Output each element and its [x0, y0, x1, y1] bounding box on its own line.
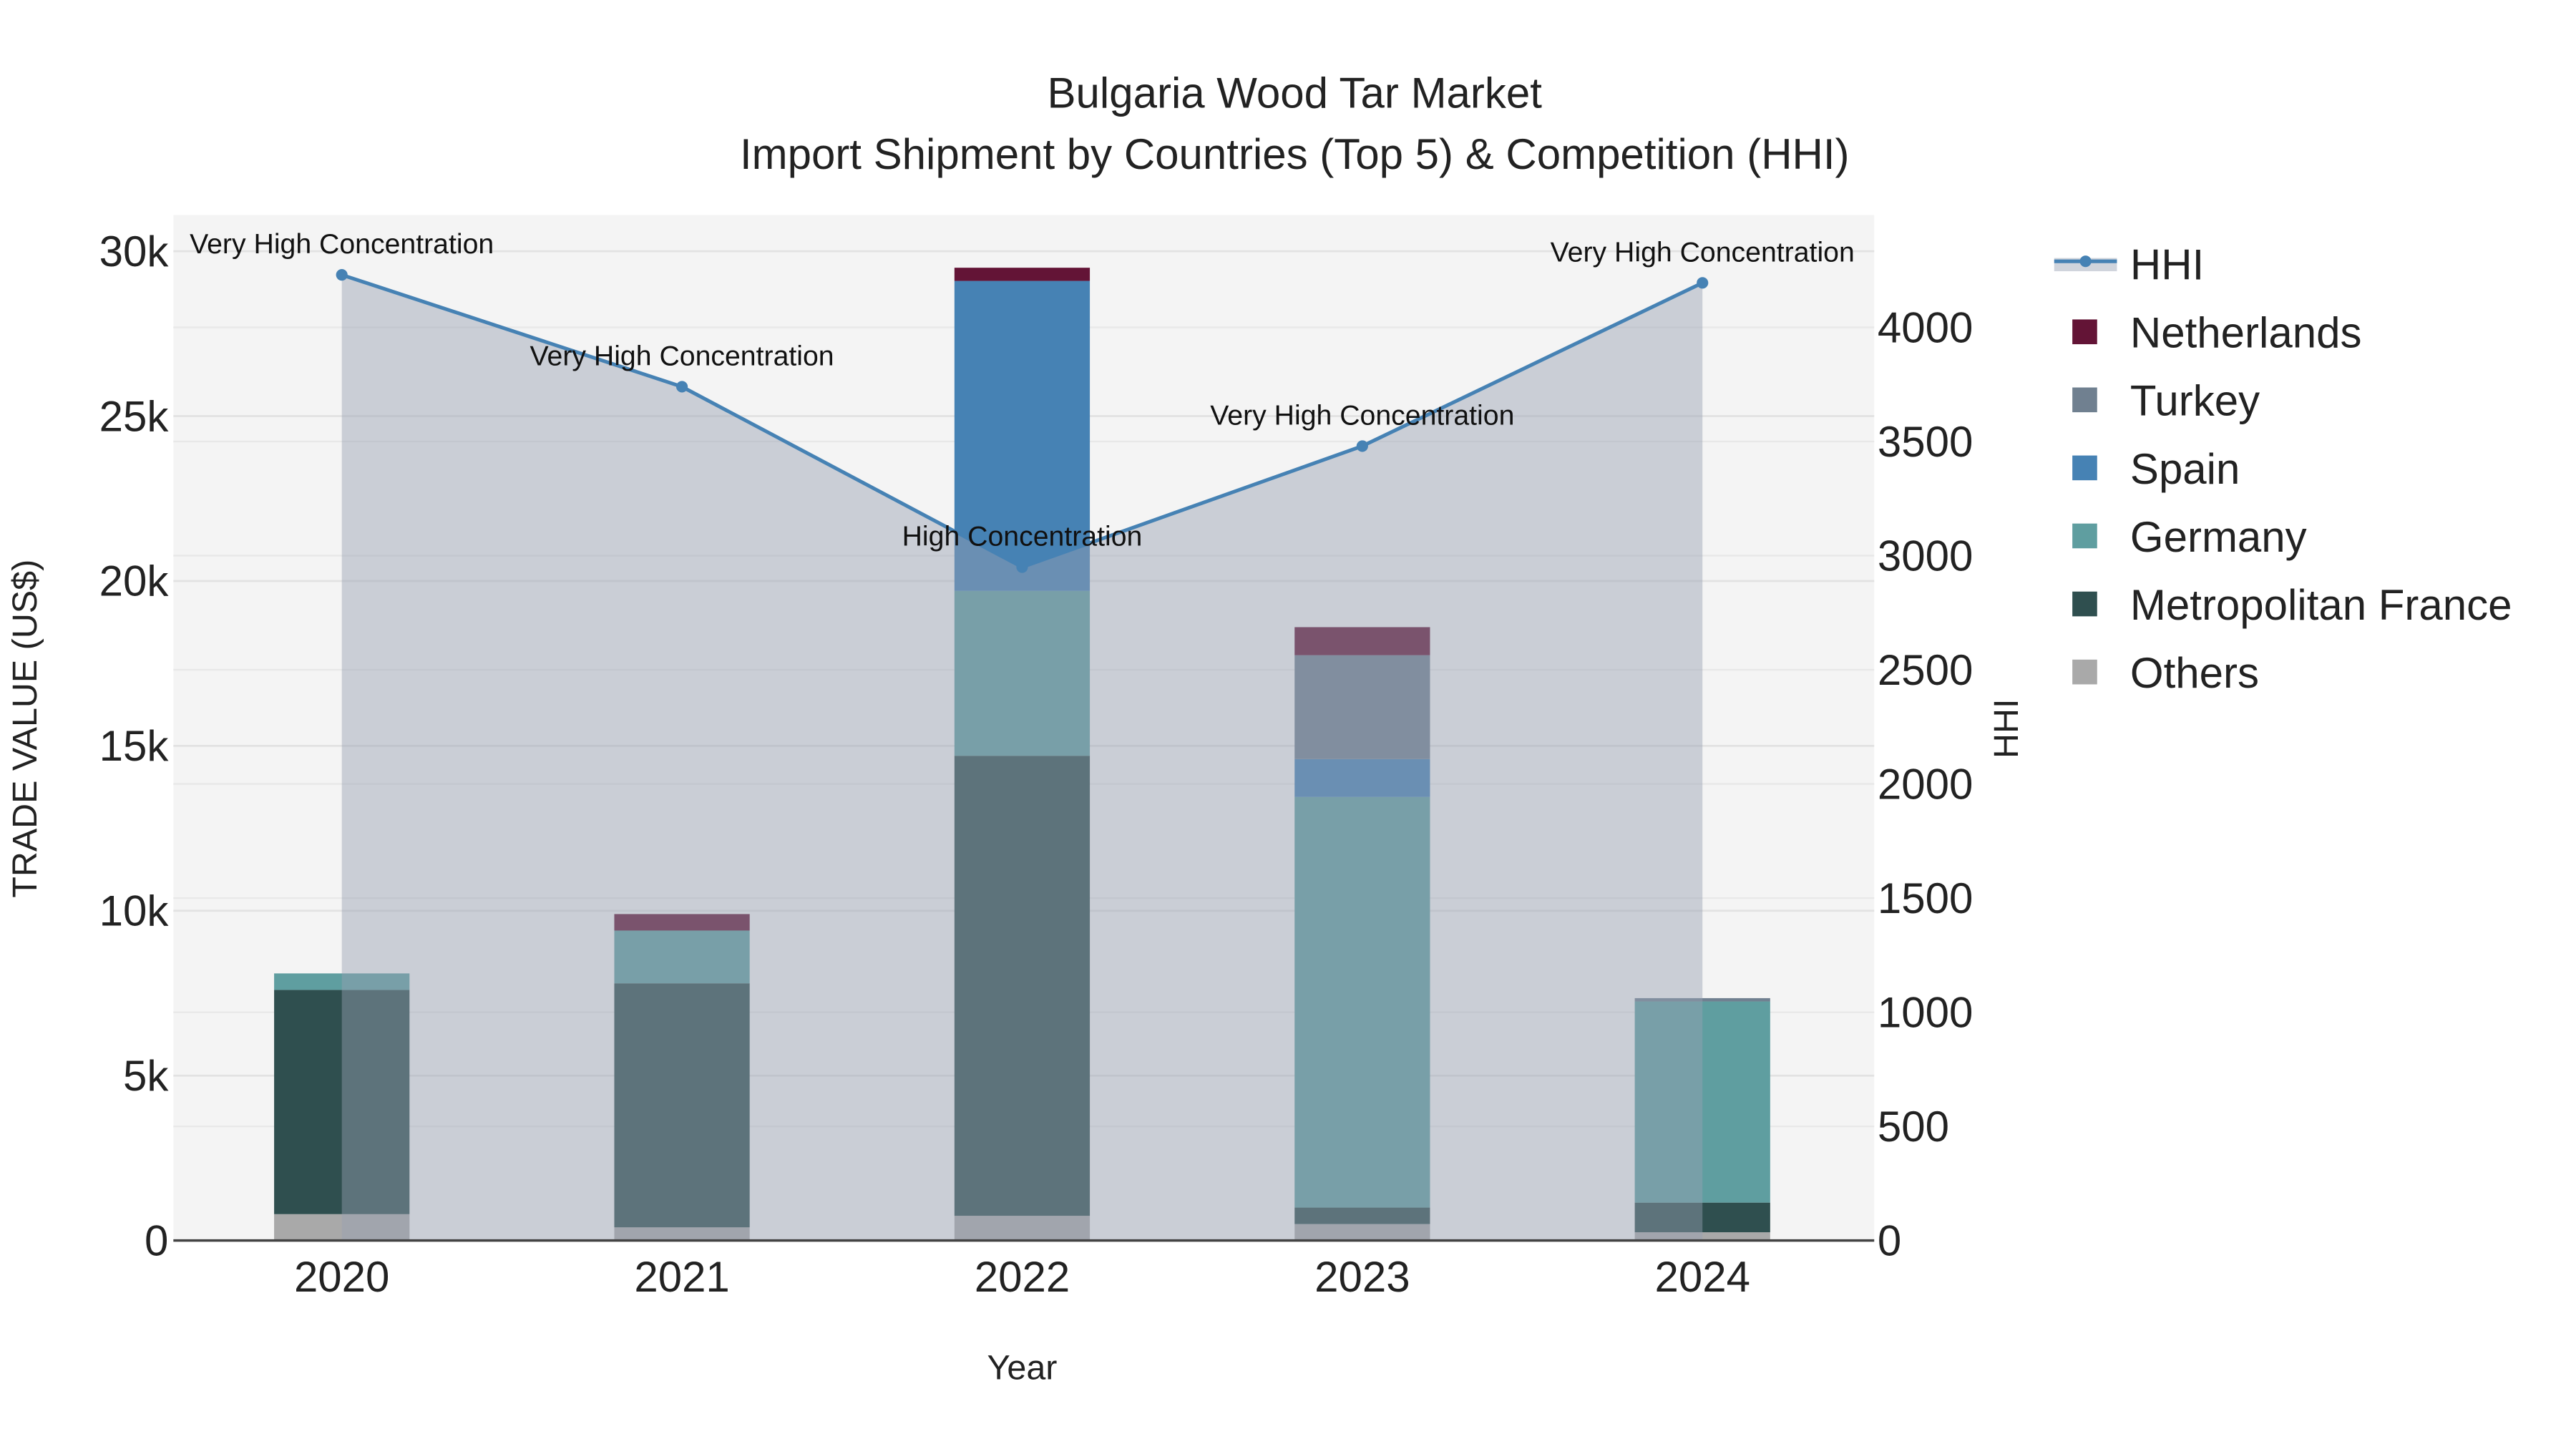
y-tick-label: 20k	[99, 557, 170, 605]
hhi-point	[1697, 277, 1709, 289]
y2-tick-label: 1500	[1878, 874, 1973, 922]
legend-label: Germany	[2130, 513, 2307, 561]
y-tick-label: 10k	[99, 887, 170, 935]
hhi-annotation: Very High Concentration	[1210, 399, 1514, 431]
legend-swatch	[2072, 591, 2097, 617]
legend-swatch	[2072, 319, 2097, 345]
hhi-annotation: Very High Concentration	[1551, 236, 1855, 268]
y2-tick-label: 2500	[1878, 646, 1973, 694]
y2-tick-label: 4000	[1878, 303, 1973, 351]
hhi-point	[1016, 561, 1028, 573]
y-tick-label: 5k	[123, 1052, 169, 1100]
y2-tick-label: 2000	[1878, 760, 1973, 808]
legend-swatch	[2072, 387, 2097, 413]
y2-tick-label: 3000	[1878, 532, 1973, 580]
x-tick-label: 2020	[294, 1253, 389, 1301]
y-tick-label: 0	[145, 1216, 168, 1264]
x-axis-label: Year	[987, 1349, 1058, 1387]
y2-tick-label: 3500	[1878, 418, 1973, 466]
hhi-point	[336, 269, 348, 281]
y-tick-label: 25k	[99, 392, 170, 440]
legend-swatch	[2072, 659, 2097, 685]
x-tick-label: 2024	[1654, 1253, 1750, 1301]
x-tick-label: 2021	[634, 1253, 729, 1301]
x-tick-label: 2023	[1314, 1253, 1410, 1301]
legend-label: Metropolitan France	[2130, 581, 2512, 629]
hhi-point	[1356, 440, 1368, 452]
legend-label: HHI	[2130, 241, 2204, 289]
x-tick-label: 2022	[975, 1253, 1070, 1301]
legend-swatch	[2072, 455, 2097, 481]
legend-label: Netherlands	[2130, 309, 2362, 357]
hhi-point	[676, 381, 688, 393]
y2-tick-label: 0	[1878, 1216, 1901, 1264]
legend-label: Others	[2130, 649, 2259, 697]
hhi-annotation: Very High Concentration	[190, 228, 494, 260]
y2-tick-label: 1000	[1878, 988, 1973, 1036]
chart-title: Bulgaria Wood Tar Market	[1048, 69, 1543, 117]
legend-swatch	[2072, 523, 2097, 549]
y-tick-label: 30k	[99, 228, 170, 275]
y2-tick-label: 500	[1878, 1103, 1949, 1151]
bar-segment-netherlands	[954, 268, 1091, 281]
y-axis-label: TRADE VALUE (US$)	[6, 560, 44, 898]
hhi-annotation: High Concentration	[902, 520, 1143, 552]
legend-hhi-marker	[2079, 255, 2092, 268]
legend-label: Spain	[2130, 445, 2240, 493]
legend-label: Turkey	[2130, 377, 2260, 425]
hhi-annotation: Very High Concentration	[530, 340, 834, 371]
y2-axis-label: HHI	[1987, 699, 2026, 758]
chart-subtitle: Import Shipment by Countries (Top 5) & C…	[740, 130, 1850, 178]
y-tick-label: 15k	[99, 722, 170, 770]
chart: Very High Concentration Very High Concent…	[0, 0, 2576, 1449]
